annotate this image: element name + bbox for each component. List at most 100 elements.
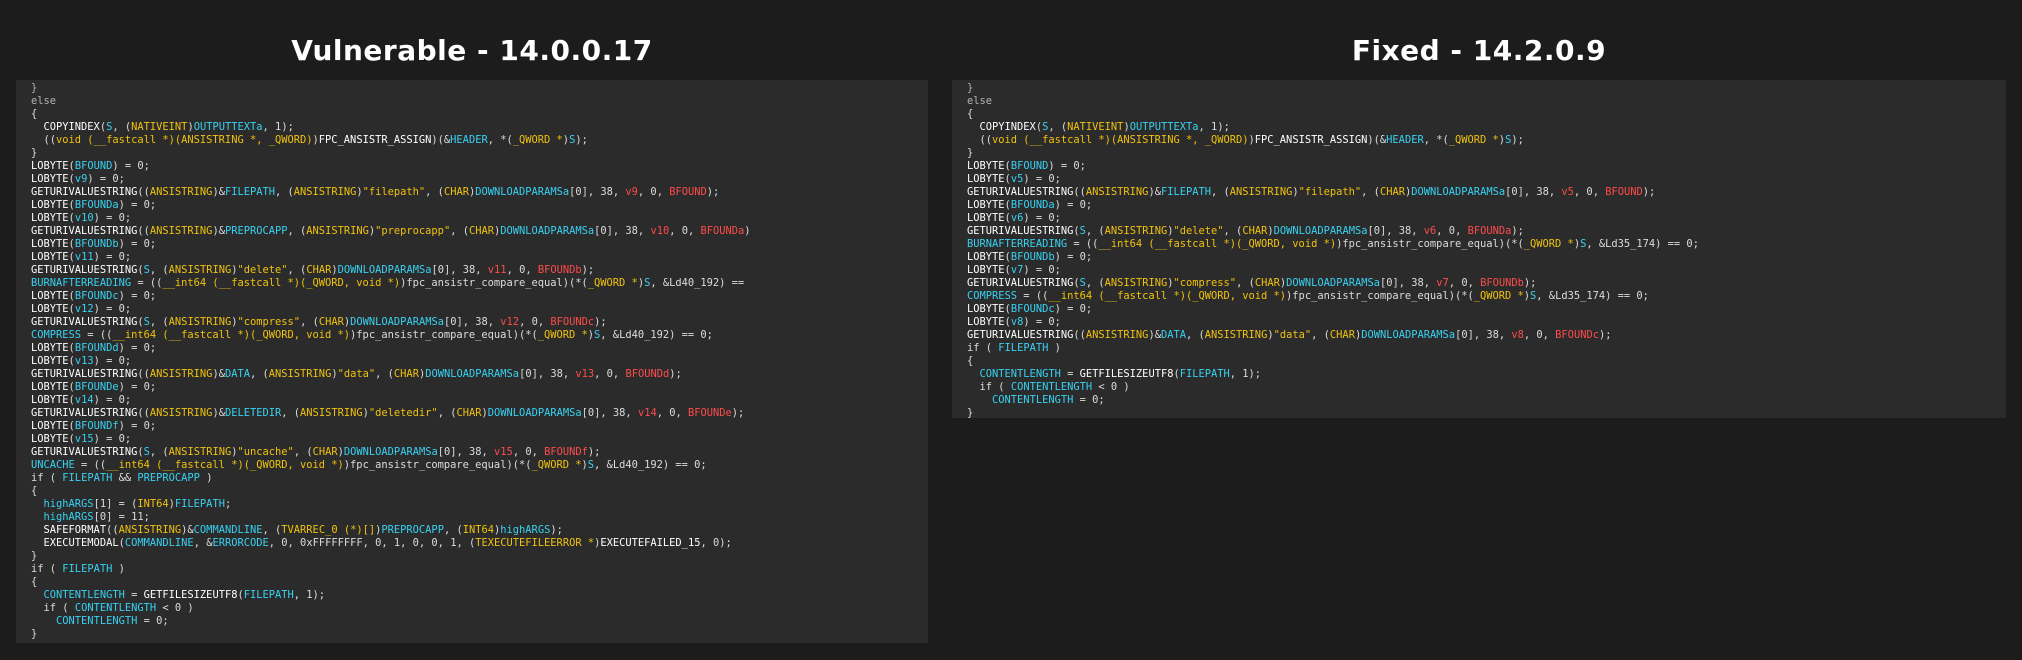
code-token: LOBYTE	[967, 212, 1005, 224]
code-token: BFOUNDc	[1555, 329, 1599, 341]
code-token: BFOUNDe	[688, 407, 732, 419]
code-line: COMPRESS = ((__int64 (__fastcall *)(_QWO…	[31, 329, 928, 342]
code-line: if ( FILEPATH )	[967, 342, 2006, 355]
code-token: GETFILESIZEUTF8	[143, 589, 238, 601]
code-token: BFOUNDb	[1010, 251, 1055, 263]
code-token: , (	[149, 446, 169, 458]
code-token: =	[1060, 368, 1080, 380]
code-token: , (	[149, 316, 169, 328]
code-token: BFOUNDf	[544, 446, 588, 458]
code-token: GETURIVALUESTRING	[967, 329, 1074, 341]
code-token: CHAR	[468, 225, 495, 237]
code-token: LOBYTE	[967, 160, 1005, 172]
code-token: CONTENTLENGTH	[992, 394, 1074, 406]
code-token: ) = 0;	[93, 212, 132, 224]
code-token: LOBYTE	[31, 394, 69, 406]
code-token: ((	[137, 225, 150, 237]
code-line: LOBYTE(BFOUNDa) = 0;	[31, 199, 928, 212]
fixed-version-title: Fixed - 14.2.0.9	[1351, 34, 1607, 67]
code-token: CHAR	[393, 368, 419, 380]
code-token: ANSISTRING	[300, 407, 363, 419]
code-token: ANSISTRING	[118, 524, 182, 536]
code-token: CONTENTLENGTH	[56, 615, 138, 627]
code-token: = ((	[81, 329, 113, 341]
code-token: DOWNLOADPARAMSa	[1286, 277, 1380, 289]
code-token: DOWNLOADPARAMSa	[337, 264, 432, 276]
code-token: {	[31, 485, 38, 497]
code-token: HEADER	[450, 134, 488, 146]
code-token: BFOUNDc	[1010, 303, 1055, 315]
code-line: BURNAFTERREADING = ((__int64 (__fastcall…	[31, 277, 928, 290]
code-token: BFOUNDc	[550, 316, 595, 328]
code-token: BFOUNDa	[700, 225, 745, 237]
code-token: ((	[137, 368, 150, 380]
code-token: = ((	[74, 459, 107, 471]
code-token: LOBYTE	[31, 238, 69, 250]
code-token: DOWNLOADPARAMSa	[500, 225, 595, 237]
code-token: FILEPATH	[1160, 186, 1211, 198]
code-line: LOBYTE(v9) = 0;	[31, 173, 928, 186]
code-token: }	[31, 147, 38, 159]
code-token: , (	[112, 121, 132, 133]
code-token: , (	[1311, 329, 1330, 341]
code-token: LOBYTE	[967, 199, 1005, 211]
code-token: v8	[1010, 316, 1024, 328]
code-token: "deletedir"	[368, 407, 438, 419]
code-token: TEXECUTEFILEERROR *	[475, 537, 595, 549]
code-token: v10	[650, 225, 670, 237]
code-token: SAFEFORMAT	[43, 524, 107, 536]
code-token: DOWNLOADPARAMSa	[487, 407, 582, 419]
code-token: BFOUND	[669, 186, 707, 198]
code-token: );	[581, 264, 595, 276]
code-token: BFOUNDc	[74, 290, 119, 302]
code-token: ANSISTRING	[1085, 186, 1149, 198]
code-token: v11	[74, 251, 94, 263]
code-token: BFOUNDe	[74, 381, 119, 393]
code-token: INT64	[137, 498, 169, 510]
code-token: ;	[224, 498, 232, 510]
code-line: }	[31, 147, 928, 160]
code-line: else	[967, 95, 2006, 108]
code-token: LOBYTE	[31, 381, 69, 393]
code-token: v10	[74, 212, 94, 224]
code-token: "data"	[337, 368, 376, 380]
code-token: (	[992, 381, 1011, 393]
code-token: )	[744, 225, 751, 237]
code-token: BFOUNDa	[74, 199, 119, 211]
code-token: v7	[1010, 264, 1024, 276]
code-line: GETURIVALUESTRING(S, (ANSISTRING)"delete…	[967, 225, 2006, 238]
code-line: {	[967, 108, 2006, 121]
code-token: LOBYTE	[31, 212, 69, 224]
code-token: TVARREC_0 (*)[]	[281, 524, 376, 536]
code-token: , (	[281, 407, 301, 419]
code-token: = 0;	[1073, 394, 1105, 406]
code-token: ) = 0;	[118, 342, 157, 354]
code-token: ) = 0;	[1023, 212, 1061, 224]
code-token: __int64 (__fastcall *)(_QWORD, void *)	[1048, 290, 1287, 302]
code-token: LOBYTE	[967, 303, 1005, 315]
code-token: , (	[1223, 225, 1243, 237]
code-token: COPYINDEX	[43, 121, 100, 133]
code-token: [0], 38,	[594, 225, 651, 237]
code-line: COMPRESS = ((__int64 (__fastcall *)(_QWO…	[967, 290, 2006, 303]
code-token: , 0,	[637, 186, 670, 198]
code-token: NATIVEINT	[131, 121, 188, 133]
code-token: ) = 0;	[118, 238, 157, 250]
code-token: GETURIVALUESTRING	[31, 186, 138, 198]
code-line: CONTENTLENGTH = GETFILESIZEUTF8(FILEPATH…	[31, 589, 928, 602]
code-token: );	[550, 524, 563, 536]
code-token: }	[967, 407, 974, 418]
code-line: LOBYTE(BFOUNDa) = 0;	[967, 199, 2006, 212]
code-token: ERRORCODE	[212, 537, 269, 549]
code-token: "uncache"	[237, 446, 294, 458]
code-token: v6	[1423, 225, 1437, 237]
code-token: PREPROCAPP	[381, 524, 444, 536]
code-line: LOBYTE(v10) = 0;	[31, 212, 928, 225]
code-token: , (	[443, 524, 463, 536]
code-token: __int64 (__fastcall *)(_QWORD, void *)	[162, 277, 401, 289]
code-token: GETURIVALUESTRING	[967, 277, 1074, 289]
code-token: (	[56, 602, 75, 614]
code-token: BFOUNDd	[74, 342, 119, 354]
code-token: LOBYTE	[967, 173, 1005, 185]
